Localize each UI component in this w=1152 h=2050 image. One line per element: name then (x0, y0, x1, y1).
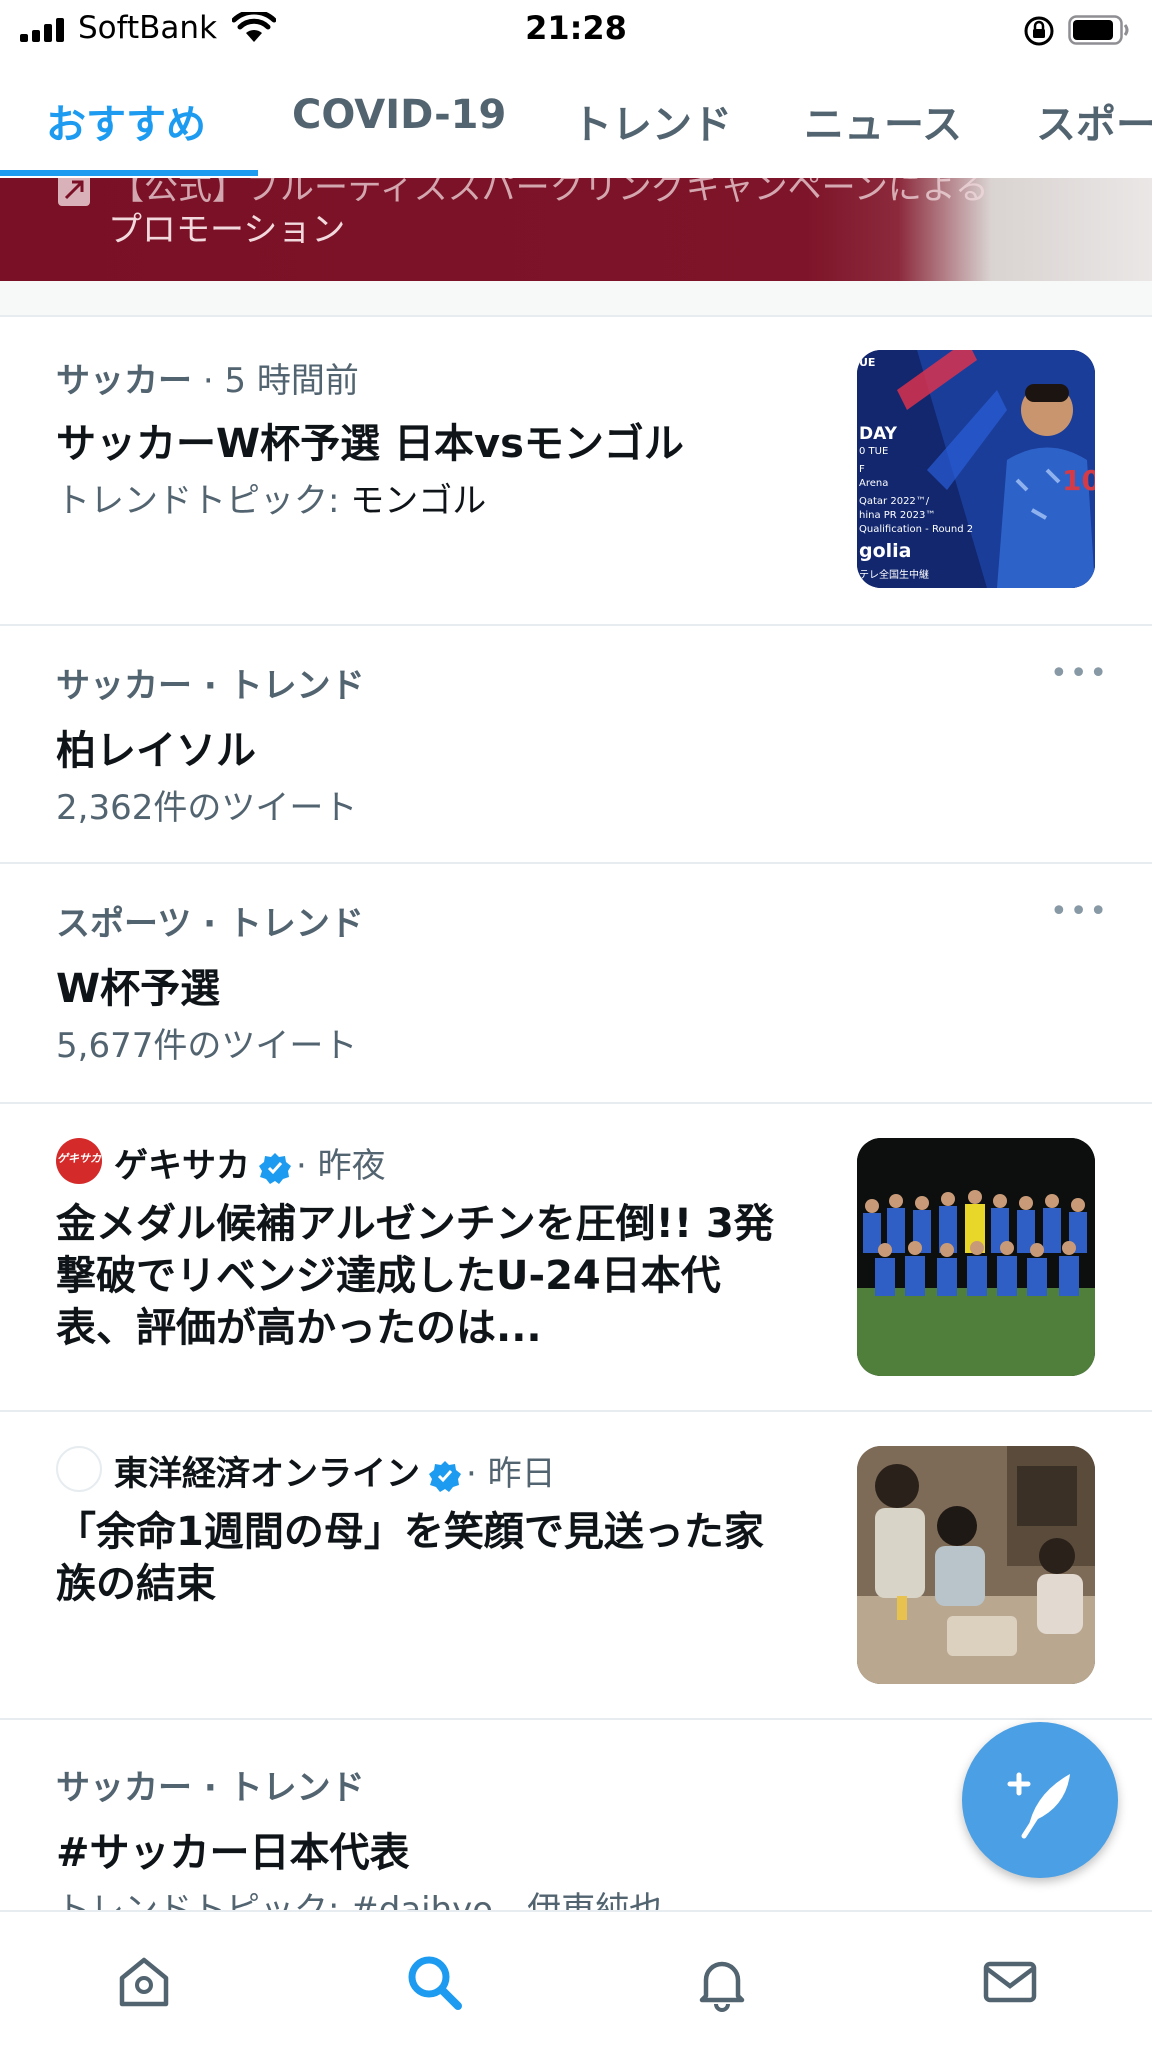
trend-item[interactable]: サッカー · トレンド ••• 柏レイソル 2,362件のツイート (0, 626, 1152, 864)
promoted-icon (58, 178, 90, 206)
home-icon[interactable] (114, 1952, 174, 2012)
family-photo-image (857, 1446, 1095, 1684)
poster-text-9: golia (859, 540, 912, 562)
battery-icon (1068, 15, 1129, 45)
poster-text-7: hina PR 2023™ (859, 510, 936, 521)
poster-text-1: UE (859, 356, 876, 369)
poster-text-10: テレ全国生中継 (859, 570, 929, 581)
trend-topic-value: モンゴル (350, 481, 487, 521)
trend-item[interactable]: スポーツ · トレンド ••• W杯予選 5,677件のツイート (0, 864, 1152, 1104)
trend-tweet-count: 5,677件のツイート (56, 1026, 358, 1066)
trend-title: #サッカー日本代表 (56, 1830, 410, 1876)
news-headline: 「余命1週間の母」を笑顔で見送った家族の結束 (56, 1509, 764, 1607)
bottom-navigation (0, 1910, 1152, 2050)
gekisaka-logo-text: ゲキサカ (57, 1152, 101, 1165)
promo-label: プロモーション (108, 210, 346, 250)
section-gap (0, 281, 1152, 317)
trend-meta: サッカー · トレンド (56, 666, 365, 706)
explore-tabs: おすすめ COVID-19 トレンド ニュース スポー (0, 58, 1152, 178)
news-source-name: 東洋経済オンライン (114, 1454, 420, 1494)
poster-text-6: Qatar 2022™/ (859, 496, 930, 507)
rotation-lock-icon (1024, 16, 1054, 46)
more-options-icon[interactable]: ••• (1050, 656, 1109, 691)
trend-item[interactable]: サッカー · 5 時間前 サッカーW杯予選 日本vsモンゴル トレンドトピック:… (0, 317, 1152, 626)
tab-news[interactable]: ニュース (804, 92, 962, 150)
poster-text-4: F (859, 464, 865, 475)
tab-osusume[interactable]: おすすめ (46, 92, 206, 150)
poster-text-8: Qualification - Round 2 (859, 524, 974, 535)
gekisaka-logo: ゲキサカ (56, 1138, 102, 1184)
trend-meta: スポーツ · トレンド (56, 904, 364, 944)
trend-tweet-count: 2,362件のツイート (56, 788, 358, 828)
clock: 21:28 (525, 9, 627, 47)
trend-meta: サッカー · 5 時間前 (56, 353, 359, 402)
news-item[interactable]: ゲキサカ ゲキサカ · 昨夜 金メダル候補アルゼンチンを圧倒!! 3発撃破でリベン… (0, 1104, 1152, 1412)
promoted-trend-banner[interactable]: 【公式】ブルーディススパークリングキャンペーンによる プロモーション (0, 178, 1152, 281)
family-photo-thumbnail[interactable] (857, 1446, 1095, 1684)
toyo-keizai-logo (56, 1446, 102, 1492)
svg-text:10: 10 (1062, 464, 1095, 497)
trend-topic: トレンドトピック: モンゴル (56, 473, 486, 522)
team-photo-image (857, 1138, 1095, 1376)
tab-trends[interactable]: トレンド (572, 92, 732, 150)
trend-title: 柏レイソル (56, 728, 256, 774)
news-source-line: ゲキサカ · 昨夜 (114, 1138, 386, 1187)
search-icon[interactable] (404, 1952, 464, 2012)
trend-meta: サッカー · トレンド (56, 1768, 365, 1808)
poster-text-3: 0 TUE (859, 446, 889, 457)
news-source-line: 東洋経済オンライン · 昨日 (114, 1446, 556, 1495)
tab-covid19[interactable]: COVID-19 (292, 92, 506, 138)
mail-icon[interactable] (980, 1952, 1040, 2012)
trend-category: サッカー (56, 361, 192, 401)
compose-feather-icon (1007, 1772, 1070, 1839)
poster-text-5: Arena (859, 478, 889, 489)
match-poster-thumbnail[interactable]: 10 UE DAY 0 TUE F Arena Qatar 2022™/ hin… (857, 350, 1095, 588)
trend-topic-prefix: トレンドトピック: (56, 481, 351, 521)
bell-icon[interactable] (692, 1952, 752, 2012)
poster-text-2: DAY (859, 424, 897, 444)
verified-badge-icon (259, 1152, 291, 1184)
news-item[interactable]: 東洋経済オンライン · 昨日 「余命1週間の母」を笑顔で見送った家族の結束 (0, 1412, 1152, 1720)
compose-tweet-button[interactable] (962, 1722, 1118, 1878)
team-photo-thumbnail[interactable] (857, 1138, 1095, 1376)
trend-title: W杯予選 (56, 966, 221, 1012)
news-source-name: ゲキサカ (114, 1146, 250, 1186)
news-time: · 昨夜 (296, 1146, 386, 1186)
status-bar: SoftBank 21:28 (0, 0, 1152, 58)
news-headline: 金メダル候補アルゼンチンを圧倒!! 3発撃破でリベンジ達成したU-24日本代表、… (56, 1201, 774, 1351)
trend-time: · 5 時間前 (202, 361, 359, 401)
verified-badge-icon (429, 1460, 461, 1492)
more-options-icon[interactable]: ••• (1050, 894, 1109, 929)
trend-title: サッカーW杯予選 日本vsモンゴル (56, 421, 684, 467)
active-tab-indicator (0, 170, 258, 176)
news-time: · 昨日 (466, 1454, 556, 1494)
tab-sports[interactable]: スポー (1036, 92, 1152, 150)
